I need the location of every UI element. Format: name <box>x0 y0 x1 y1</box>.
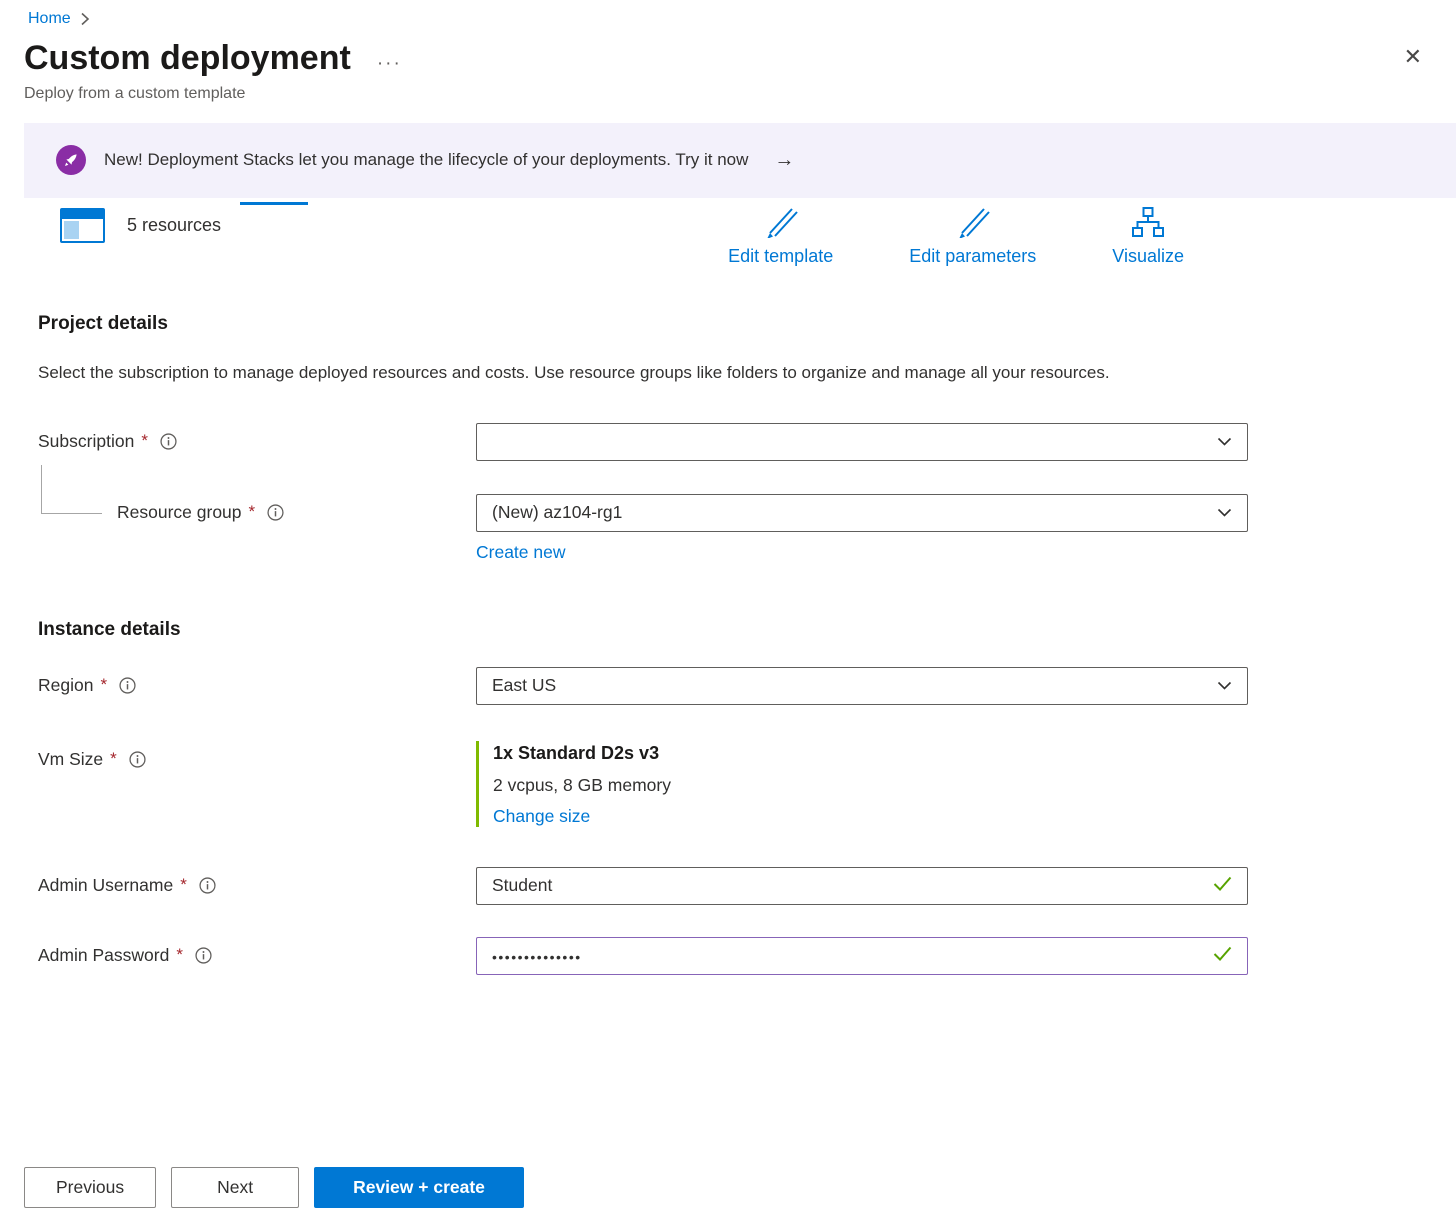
resource-count-label: 5 resources <box>127 215 221 236</box>
deployment-form: Project details Select the subscription … <box>0 313 1456 975</box>
previous-button[interactable]: Previous <box>24 1167 156 1208</box>
admin-password-input[interactable]: •••••••••••••• <box>476 937 1248 975</box>
admin-username-value: Student <box>492 875 552 896</box>
template-resources: 5 resources <box>60 206 221 243</box>
required-asterisk: * <box>176 945 183 965</box>
chevron-down-icon <box>1217 502 1232 523</box>
org-chart-icon <box>1131 206 1165 243</box>
banner-arrow-icon[interactable]: → <box>774 149 794 172</box>
next-button[interactable]: Next <box>171 1167 299 1208</box>
required-asterisk: * <box>100 675 107 695</box>
admin-password-label: Admin Password <box>38 945 169 966</box>
region-label: Region <box>38 675 93 696</box>
admin-password-value: •••••••••••••• <box>492 949 582 965</box>
resource-group-field-row: Resource group * (New) az104-rg1 <box>38 494 1456 532</box>
template-actions: Edit template Edit parameters <box>728 206 1184 267</box>
checkmark-icon <box>1213 875 1232 896</box>
field-connector-line <box>41 465 102 514</box>
resource-group-value: (New) az104-rg1 <box>492 502 622 523</box>
region-value: East US <box>492 675 556 696</box>
admin-username-input[interactable]: Student <box>476 867 1248 905</box>
chevron-down-icon <box>1217 431 1232 452</box>
page-subtitle: Deploy from a custom template <box>0 79 1456 103</box>
more-options-button[interactable]: ··· <box>377 53 402 75</box>
page-title: Custom deployment <box>24 38 351 79</box>
vm-size-label: Vm Size <box>38 749 103 770</box>
region-dropdown[interactable]: East US <box>476 667 1248 705</box>
required-asterisk: * <box>141 431 148 451</box>
vm-size-value: 1x Standard D2s v3 <box>493 741 1248 764</box>
admin-password-field-row: Admin Password * •••••••••••••• <box>38 937 1456 975</box>
admin-username-label: Admin Username <box>38 875 173 896</box>
required-asterisk: * <box>180 875 187 895</box>
subscription-field-row: Subscription * <box>38 423 1456 461</box>
clipped-link-fragment <box>240 202 308 205</box>
vm-size-specs: 2 vcpus, 8 GB memory <box>493 775 1248 796</box>
edit-template-label: Edit template <box>728 246 833 267</box>
subscription-label: Subscription <box>38 431 134 452</box>
deployment-stacks-banner[interactable]: New! Deployment Stacks let you manage th… <box>24 123 1456 198</box>
admin-username-field-row: Admin Username * Student <box>38 867 1456 905</box>
project-details-heading: Project details <box>38 313 1456 335</box>
template-summary-bar: 5 resources Edit template Edit parame <box>0 206 1456 267</box>
resource-group-dropdown[interactable]: (New) az104-rg1 <box>476 494 1248 532</box>
edit-template-button[interactable]: Edit template <box>728 206 833 267</box>
chevron-down-icon <box>1217 675 1232 696</box>
breadcrumb-chevron-icon <box>80 12 90 26</box>
create-new-link[interactable]: Create new <box>476 542 566 563</box>
info-icon[interactable] <box>119 677 136 694</box>
info-icon[interactable] <box>199 877 216 894</box>
vm-size-summary: 1x Standard D2s v3 2 vcpus, 8 GB memory … <box>476 741 1248 827</box>
instance-details-heading: Instance details <box>38 619 1456 641</box>
info-icon[interactable] <box>195 947 212 964</box>
template-icon <box>60 208 105 243</box>
banner-message: New! Deployment Stacks let you manage th… <box>104 150 748 170</box>
page-header: Custom deployment ··· ✕ <box>0 28 1456 79</box>
close-icon[interactable]: ✕ <box>1394 38 1432 76</box>
required-asterisk: * <box>249 502 256 522</box>
pencil-icon <box>762 206 800 243</box>
footer-action-bar: Previous Next Review + create <box>24 1167 524 1208</box>
info-icon[interactable] <box>267 504 284 521</box>
change-size-link[interactable]: Change size <box>493 806 590 827</box>
resource-group-label: Resource group <box>117 502 242 523</box>
rocket-icon <box>56 145 86 175</box>
info-icon[interactable] <box>129 751 146 768</box>
checkmark-icon <box>1213 945 1232 966</box>
subscription-dropdown[interactable] <box>476 423 1248 461</box>
info-icon[interactable] <box>160 433 177 450</box>
pencil-icon <box>954 206 992 243</box>
breadcrumb-home-link[interactable]: Home <box>28 10 71 28</box>
edit-parameters-button[interactable]: Edit parameters <box>909 206 1036 267</box>
vm-size-field-row: Vm Size * 1x Standard D2s v3 2 vcpus, 8 … <box>38 741 1456 827</box>
visualize-button[interactable]: Visualize <box>1112 206 1184 267</box>
breadcrumb: Home <box>0 0 1456 28</box>
review-create-button[interactable]: Review + create <box>314 1167 524 1208</box>
region-field-row: Region * East US <box>38 667 1456 705</box>
edit-parameters-label: Edit parameters <box>909 246 1036 267</box>
required-asterisk: * <box>110 749 117 769</box>
visualize-label: Visualize <box>1112 246 1184 267</box>
project-details-description: Select the subscription to manage deploy… <box>38 357 1188 389</box>
